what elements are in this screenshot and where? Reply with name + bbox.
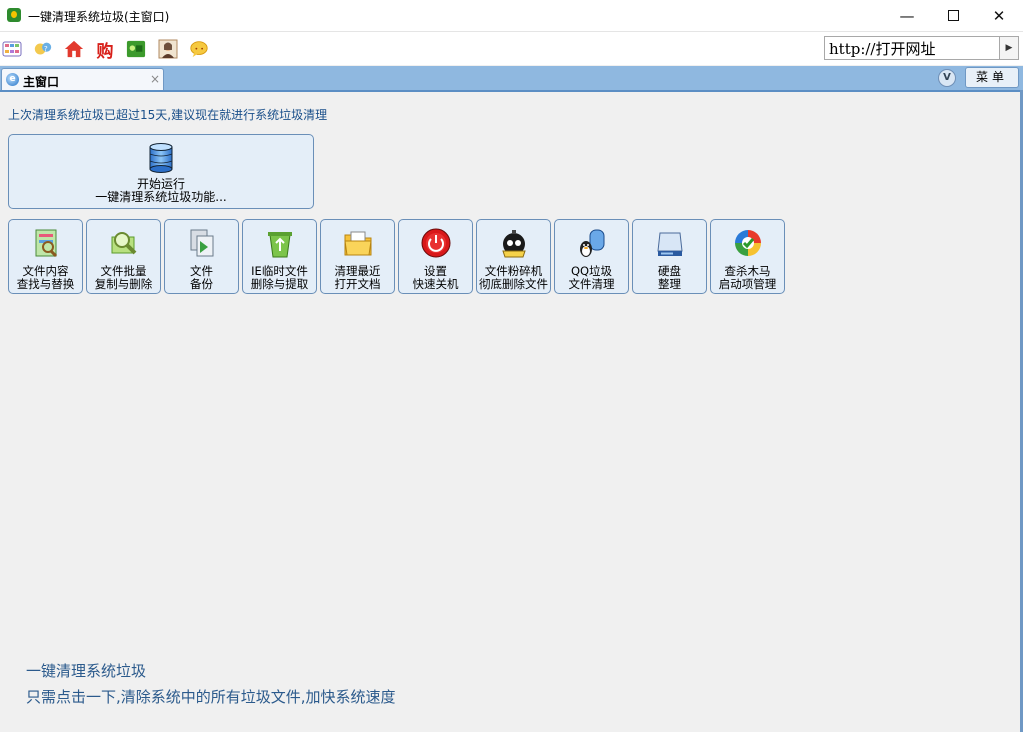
- magnifier-batch-icon: [111, 232, 137, 255]
- shredder-bomb-icon: [502, 230, 526, 258]
- tool-quick-shutdown[interactable]: 设置 快速关机: [398, 219, 473, 294]
- tool-clear-recent-docs[interactable]: 清理最近 打开文档: [320, 219, 395, 294]
- tool-file-backup[interactable]: 文件 备份: [164, 219, 239, 294]
- game-icon[interactable]: [126, 39, 146, 59]
- tool-file-shredder[interactable]: 文件粉碎机 彻底删除文件: [476, 219, 551, 294]
- tool-trojan-startup[interactable]: 查杀木马 启动项管理: [710, 219, 785, 294]
- hard-disk-icon: [657, 232, 683, 256]
- tool-label-line2: 整理: [658, 277, 681, 291]
- footer-description: 只需点击一下,清除系统中的所有垃圾文件,加快系统速度: [26, 688, 396, 706]
- url-go-button[interactable]: ▶: [1000, 36, 1019, 60]
- recycle-bin-icon: [268, 232, 292, 258]
- chat-bubble-icon[interactable]: • •: [189, 39, 209, 59]
- svg-text:• •: • •: [194, 46, 204, 53]
- user-help-icon[interactable]: ?: [33, 39, 53, 59]
- shield-check-icon: [735, 230, 761, 256]
- menu-grid-icon[interactable]: [2, 39, 22, 59]
- tool-file-content-search[interactable]: 文件内容 查找与替换: [8, 219, 83, 294]
- app-icon: [7, 8, 21, 22]
- folder-icon: [344, 231, 372, 256]
- footer-title: 一键清理系统垃圾: [26, 662, 147, 680]
- tool-label-line2: 启动项管理: [718, 277, 777, 291]
- window-title: 一键清理系统垃圾(主窗口): [28, 10, 170, 24]
- tool-label-line2: 备份: [190, 277, 213, 291]
- shopping-icon[interactable]: 购: [95, 39, 115, 62]
- document-search-icon: [35, 229, 58, 258]
- tool-label-line2: 打开文档: [334, 277, 381, 291]
- tool-label-line2: 删除与提取: [250, 277, 309, 291]
- maximize-button[interactable]: [930, 0, 976, 31]
- maximize-icon: [947, 10, 959, 21]
- tool-label-line2: 彻底删除文件: [479, 277, 548, 291]
- start-cleanup-button[interactable]: 开始运行 一键清理系统垃圾功能...: [8, 134, 314, 209]
- database-icon: [149, 143, 173, 173]
- tool-label-line2: 复制与删除: [94, 277, 153, 291]
- version-button[interactable]: V: [938, 69, 956, 87]
- tab-close-icon[interactable]: ×: [150, 72, 160, 86]
- tab-bar: e 主窗口 × V 菜单: [0, 66, 1023, 92]
- tool-ie-temp-files[interactable]: IE临时文件 删除与提取: [242, 219, 317, 294]
- ie-icon: e: [6, 73, 19, 86]
- tool-batch-copy-delete[interactable]: 文件批量 复制与删除: [86, 219, 161, 294]
- close-button[interactable]: ✕: [976, 0, 1022, 31]
- tool-label-line2: 文件清理: [568, 277, 615, 291]
- start-button-subtitle: 一键清理系统垃圾功能...: [95, 190, 227, 204]
- qq-penguin-icon: [580, 229, 605, 257]
- cleanup-notice: 上次清理系统垃圾已超过15天,建议现在就进行系统垃圾清理: [8, 108, 328, 122]
- home-icon[interactable]: [64, 39, 84, 59]
- tab-main-window[interactable]: e 主窗口 ×: [1, 68, 164, 90]
- tool-label-line2: 查找与替换: [16, 277, 75, 291]
- tool-disk-defrag[interactable]: 硬盘 整理: [632, 219, 707, 294]
- url-input[interactable]: http://打开网址: [824, 36, 1000, 60]
- menu-button[interactable]: 菜单: [965, 67, 1019, 88]
- tool-label-line2: 快速关机: [412, 277, 459, 291]
- tool-qq-cleanup[interactable]: QQ垃圾 文件清理: [554, 219, 629, 294]
- power-icon: [421, 228, 451, 258]
- minimize-button[interactable]: —: [884, 0, 930, 31]
- photo-icon[interactable]: [158, 39, 178, 59]
- file-backup-icon: [190, 229, 214, 257]
- tab-label: 主窗口: [23, 75, 60, 89]
- svg-text:?: ?: [44, 44, 48, 53]
- title-bar: 一键清理系统垃圾(主窗口) — ✕: [0, 0, 1023, 32]
